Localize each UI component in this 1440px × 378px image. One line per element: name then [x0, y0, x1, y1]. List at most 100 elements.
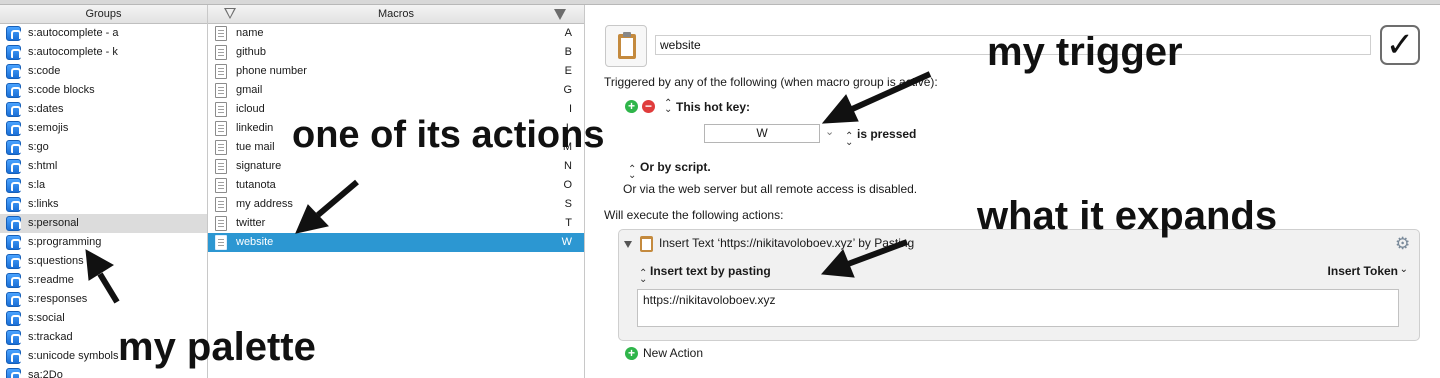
- group-item[interactable]: s:dates: [0, 100, 207, 119]
- enable-checkbox[interactable]: ✓: [1380, 25, 1420, 65]
- macro-item-hotkey: S: [564, 198, 572, 210]
- group-item[interactable]: s:questions: [0, 252, 207, 271]
- group-item[interactable]: s:emojis: [0, 119, 207, 138]
- macro-item-label: github: [236, 46, 266, 58]
- group-item[interactable]: s:responses: [0, 290, 207, 309]
- trigger-type-stepper-icon[interactable]: ⌃ ⌄: [664, 99, 672, 115]
- macro-item[interactable]: name A: [208, 24, 584, 43]
- macro-item[interactable]: website W: [208, 233, 584, 252]
- macro-document-icon: [215, 83, 227, 98]
- macros-header[interactable]: Macros: [208, 5, 584, 24]
- group-item-label: s:readme: [28, 274, 74, 286]
- macro-item-label: website: [236, 236, 274, 248]
- hotkey-trigger-label: This hot key:: [676, 100, 751, 114]
- group-item[interactable]: s:programming: [0, 233, 207, 252]
- group-item-label: s:emojis: [28, 122, 69, 134]
- macro-document-icon: [215, 140, 227, 155]
- macro-document-icon: [215, 216, 227, 231]
- group-item[interactable]: s:readme: [0, 271, 207, 290]
- group-item[interactable]: s:code: [0, 62, 207, 81]
- group-item-label: s:programming: [28, 236, 102, 248]
- group-item[interactable]: s:go: [0, 138, 207, 157]
- group-item-label: s:social: [28, 312, 65, 324]
- group-item-label: s:autocomplete - k: [28, 46, 118, 58]
- macro-item[interactable]: my address S: [208, 195, 584, 214]
- macro-item[interactable]: twitter T: [208, 214, 584, 233]
- disclosure-triangle-icon[interactable]: [624, 241, 632, 248]
- macro-document-icon: [215, 159, 227, 174]
- hotkey-field[interactable]: W: [704, 124, 820, 143]
- annotation-my-palette: my palette: [118, 325, 316, 369]
- chevron-down-icon[interactable]: ⌄: [1400, 264, 1408, 275]
- macro-document-icon: [215, 26, 227, 41]
- insert-token-menu[interactable]: Insert Token: [1328, 264, 1398, 278]
- annotation-my-trigger: my trigger: [987, 30, 1183, 74]
- filter-right-icon[interactable]: [554, 9, 566, 20]
- macro-item-hotkey: B: [564, 46, 572, 58]
- macro-icon-well[interactable]: [605, 25, 647, 67]
- will-execute-label: Will execute the following actions:: [604, 208, 784, 222]
- macro-group-icon: [6, 121, 21, 136]
- macro-group-icon: [6, 45, 21, 60]
- hotkey-value: W: [756, 126, 768, 140]
- or-by-script-label[interactable]: Or by script.: [640, 160, 711, 174]
- macro-item-label: name: [236, 27, 264, 39]
- macro-item[interactable]: phone number E: [208, 62, 584, 81]
- macro-document-icon: [215, 102, 227, 117]
- macro-group-icon: [6, 330, 21, 345]
- gear-icon[interactable]: ⚙: [1395, 235, 1411, 252]
- macro-group-icon: [6, 140, 21, 155]
- insert-mode-stepper-icon[interactable]: ⌃ ⌄: [639, 269, 647, 285]
- groups-header-label: Groups: [85, 8, 122, 20]
- groups-column: Groups s:autocomplete - a s:autocomplete …: [0, 5, 208, 378]
- pressed-mode-stepper-icon[interactable]: ⌃ ⌄: [845, 132, 853, 148]
- group-item-label: s:trackad: [28, 331, 73, 343]
- macro-item[interactable]: github B: [208, 43, 584, 62]
- insert-mode-select[interactable]: Insert text by pasting: [650, 264, 771, 278]
- action-text-value: https://nikitavoloboev.xyz: [643, 293, 776, 307]
- add-trigger-button[interactable]: +: [625, 100, 638, 113]
- groups-header[interactable]: Groups: [0, 5, 207, 24]
- checkmark-icon: ✓: [1385, 26, 1415, 64]
- group-item[interactable]: s:autocomplete - k: [0, 43, 207, 62]
- chevron-down-icon[interactable]: ⌄: [825, 125, 834, 138]
- macro-group-icon: [6, 64, 21, 79]
- macro-item-label: phone number: [236, 65, 307, 77]
- macro-item[interactable]: signature N: [208, 157, 584, 176]
- macro-item[interactable]: tutanota O: [208, 176, 584, 195]
- group-item[interactable]: s:links: [0, 195, 207, 214]
- group-item[interactable]: s:autocomplete - a: [0, 24, 207, 43]
- filter-left-icon[interactable]: [224, 8, 236, 19]
- macro-item-label: my address: [236, 198, 293, 210]
- clipboard-icon: [640, 236, 653, 252]
- group-item[interactable]: s:code blocks: [0, 81, 207, 100]
- script-trigger-stepper-icon[interactable]: ⌃ ⌄: [628, 165, 636, 181]
- remove-trigger-button[interactable]: −: [642, 100, 655, 113]
- group-item-label: s:links: [28, 198, 59, 210]
- macro-item[interactable]: gmail G: [208, 81, 584, 100]
- group-item-label: s:code blocks: [28, 84, 95, 96]
- action-insert-text[interactable]: Insert Text ‘https://nikitavoloboev.xyz’…: [618, 229, 1420, 341]
- macro-item-label: tue mail: [236, 141, 275, 153]
- macro-document-icon: [215, 64, 227, 79]
- new-action-button[interactable]: New Action: [643, 346, 703, 360]
- group-item[interactable]: s:la: [0, 176, 207, 195]
- action-text-field[interactable]: https://nikitavoloboev.xyz: [637, 289, 1399, 327]
- macro-group-icon: [6, 349, 21, 364]
- macro-item-hotkey: A: [564, 27, 572, 39]
- group-item-label: s:personal: [28, 217, 79, 229]
- web-server-note: Or via the web server but all remote acc…: [623, 182, 918, 196]
- annotation-what-it-expands: what it expands: [977, 194, 1278, 238]
- group-item[interactable]: s:html: [0, 157, 207, 176]
- new-action-plus-icon[interactable]: +: [625, 347, 638, 360]
- group-item-label: s:code: [28, 65, 61, 77]
- macro-item-hotkey: G: [563, 84, 572, 96]
- group-item-label: s:html: [28, 160, 58, 172]
- is-pressed-select[interactable]: is pressed: [857, 127, 916, 141]
- macro-item-hotkey: O: [563, 179, 572, 191]
- group-item[interactable]: s:personal: [0, 214, 207, 233]
- macro-group-icon: [6, 292, 21, 307]
- macro-item-hotkey: N: [564, 160, 572, 172]
- macro-item-hotkey: T: [565, 217, 572, 229]
- macro-group-icon: [6, 178, 21, 193]
